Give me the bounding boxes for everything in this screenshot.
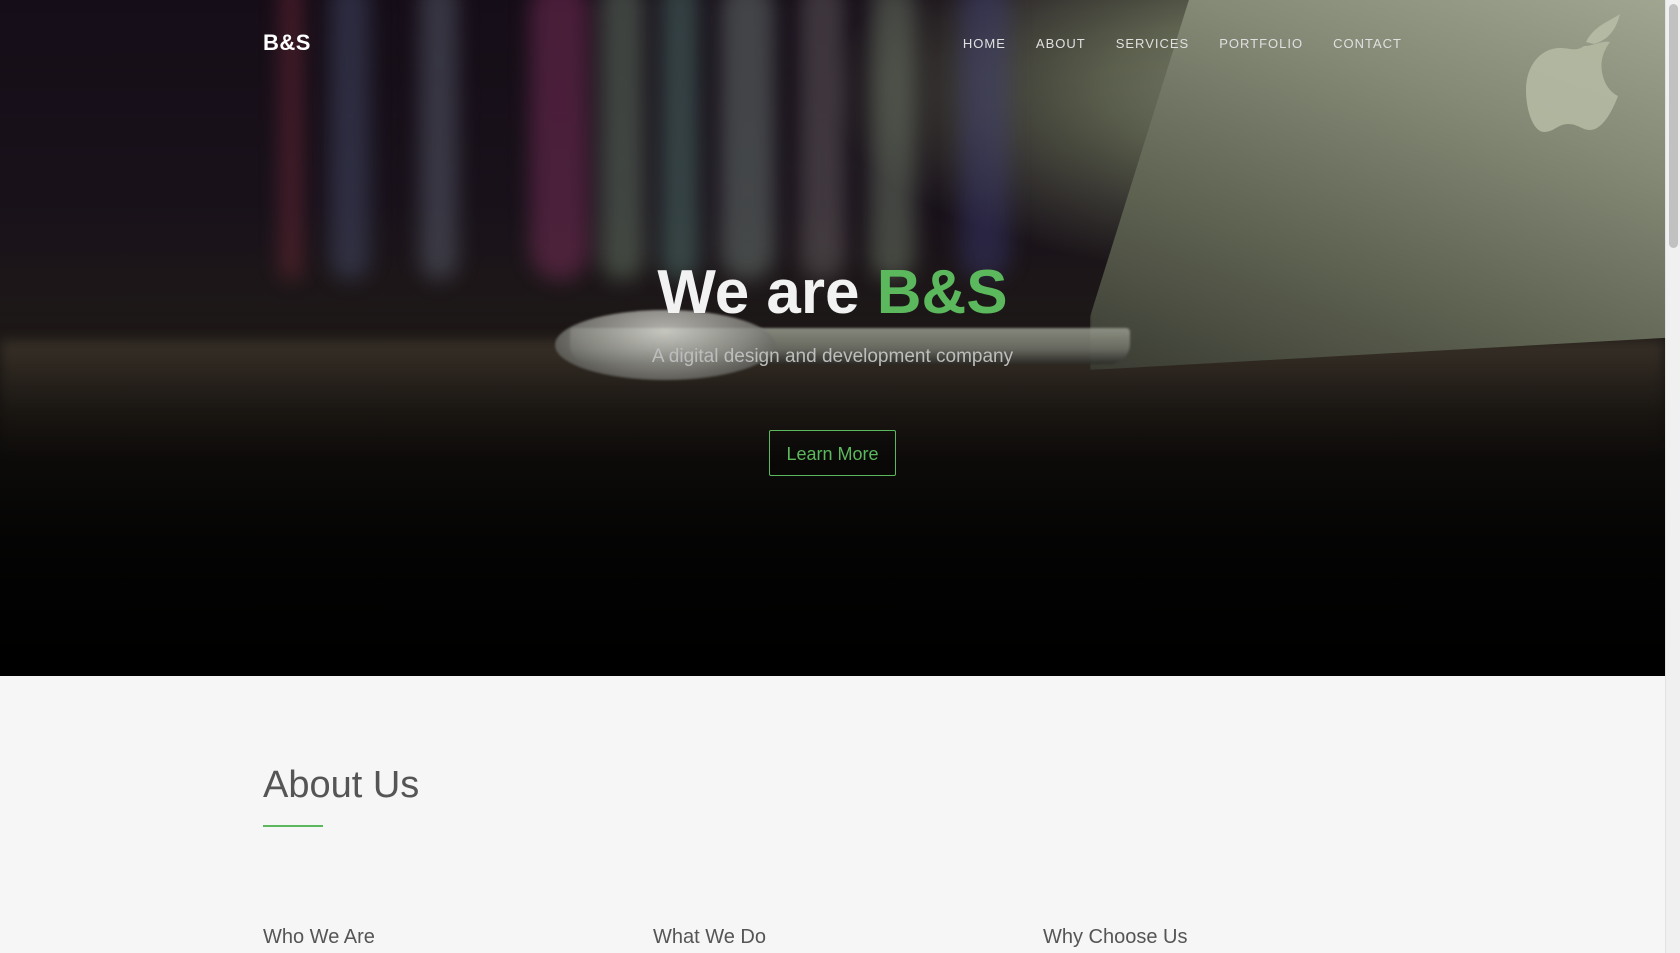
nav-link-about[interactable]: ABOUT — [1036, 36, 1086, 51]
about-column-what-we-do: What We Do — [653, 926, 766, 948]
page: B&S HOME ABOUT SERVICES PORTFOLIO CONTAC… — [0, 0, 1680, 953]
about-section: About Us Who We Are What We Do Why Choos… — [0, 676, 1665, 953]
learn-more-button[interactable]: Learn More — [769, 430, 896, 476]
hero-title: We are B&S — [0, 262, 1665, 324]
about-title-underline — [263, 825, 323, 827]
scrollbar-thumb[interactable] — [1669, 4, 1678, 248]
nav-link-home[interactable]: HOME — [963, 36, 1006, 51]
about-title: About Us — [263, 764, 420, 806]
nav-link-portfolio[interactable]: PORTFOLIO — [1219, 36, 1303, 51]
hero-title-accent: B&S — [876, 258, 1008, 327]
about-column-who-we-are: Who We Are — [263, 926, 375, 948]
hero-subtitle: A digital design and development company — [651, 346, 1014, 367]
hero-section — [0, 0, 1665, 676]
brand-logo[interactable]: B&S — [263, 30, 311, 56]
nav-link-services[interactable]: SERVICES — [1116, 36, 1190, 51]
page-scrollbar[interactable] — [1665, 0, 1680, 953]
nav-link-contact[interactable]: CONTACT — [1333, 36, 1402, 51]
about-column-why-choose-us: Why Choose Us — [1043, 926, 1188, 948]
hero-title-prefix: We are — [657, 258, 877, 327]
nav-links: HOME ABOUT SERVICES PORTFOLIO CONTACT — [963, 36, 1402, 51]
top-navbar: B&S HOME ABOUT SERVICES PORTFOLIO CONTAC… — [0, 0, 1665, 90]
